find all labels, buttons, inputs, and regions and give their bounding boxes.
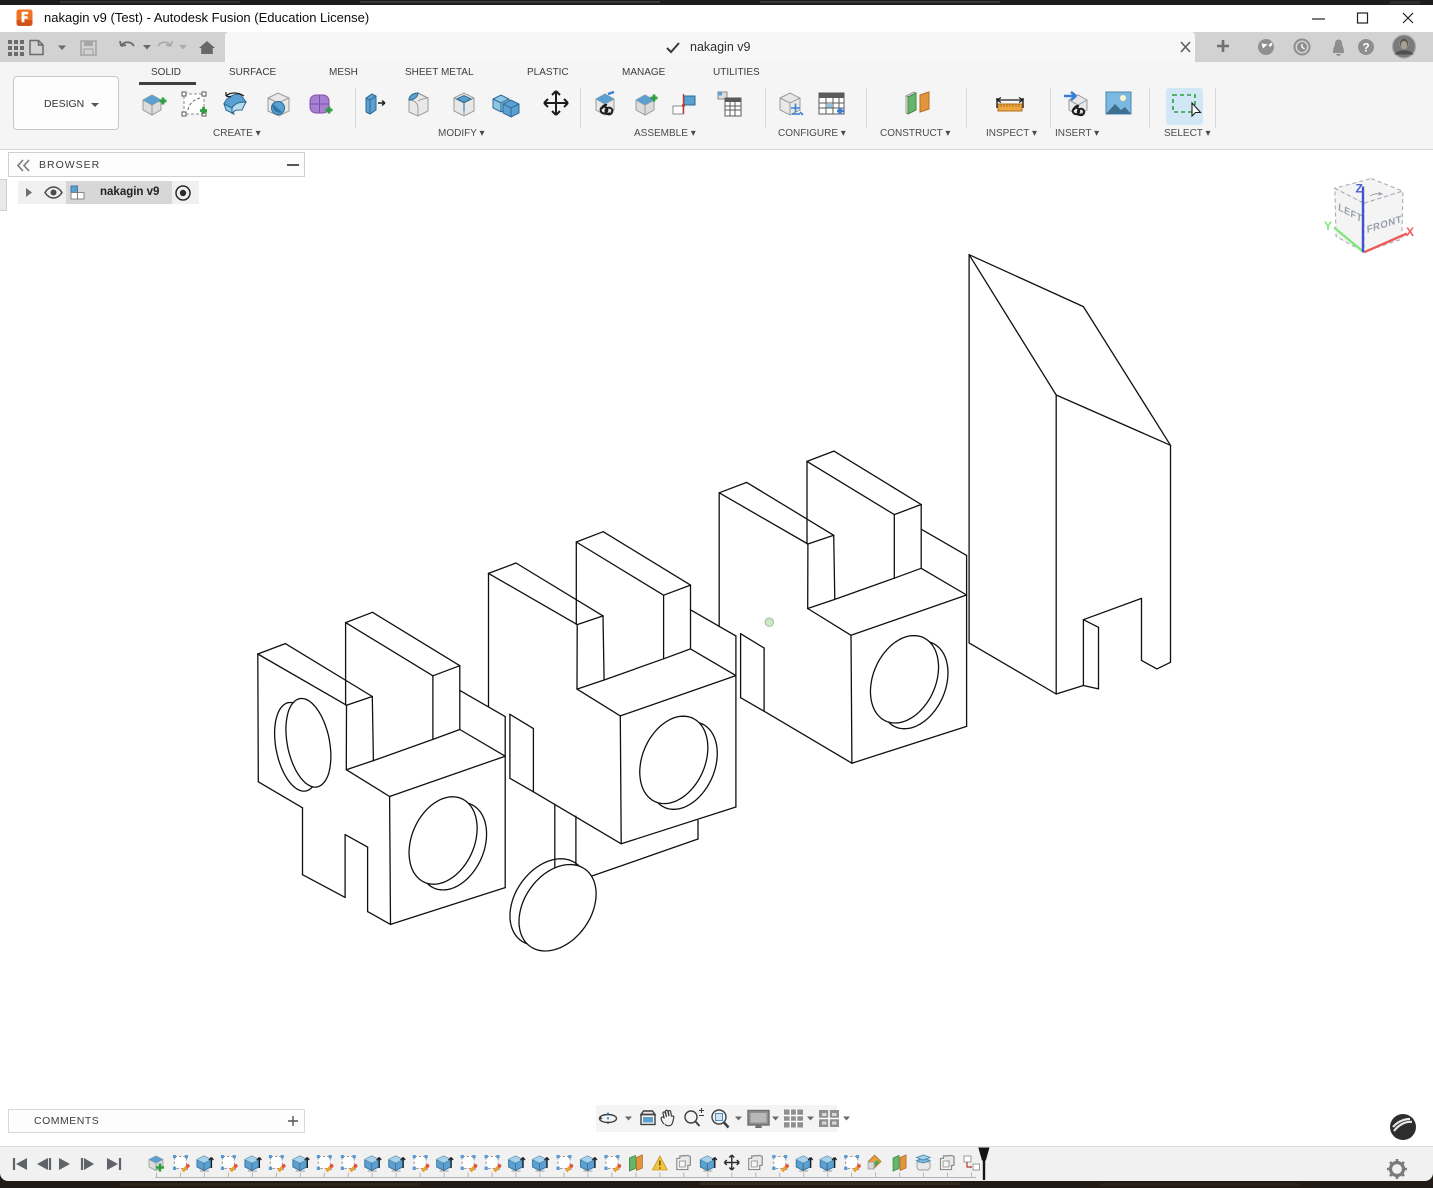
svg-text:X: X [1406, 225, 1414, 239]
svg-text:Z: Z [1356, 182, 1363, 196]
svg-text:Y: Y [1324, 219, 1332, 233]
